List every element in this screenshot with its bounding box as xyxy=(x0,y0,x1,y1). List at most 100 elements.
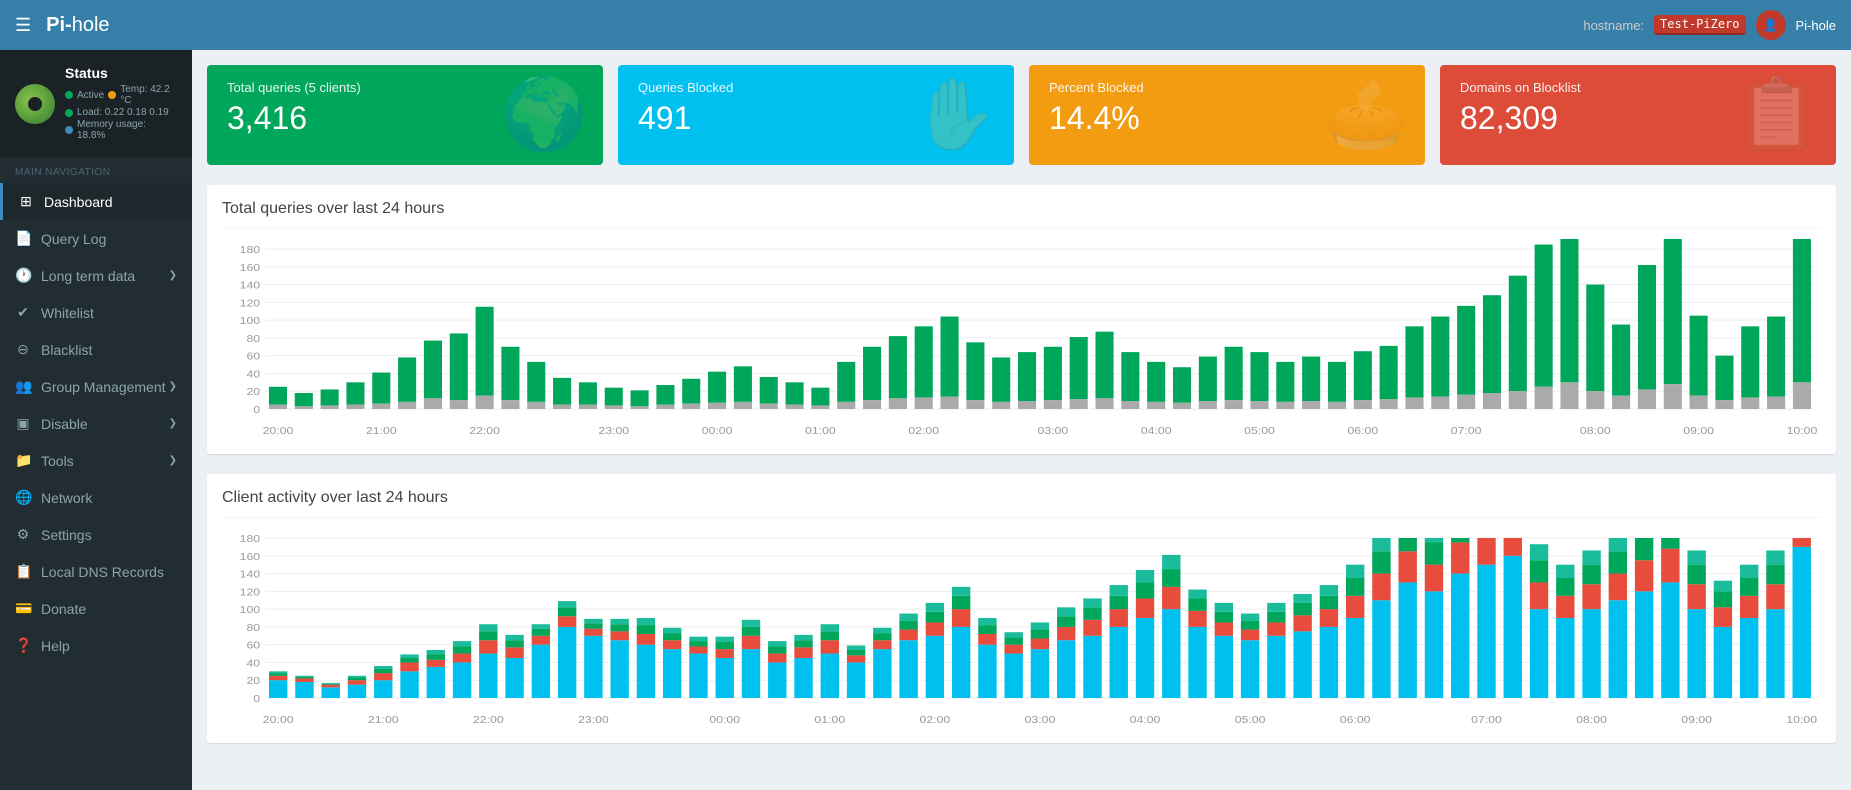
main-layout: Status Active Temp: 42.2 °C Load: 0.22 0… xyxy=(0,50,1851,790)
memory-label: Memory usage: 18.8% xyxy=(77,119,177,141)
svg-text:08:00: 08:00 xyxy=(1576,715,1607,726)
chevron-icon-disable: ❯ xyxy=(169,418,177,429)
card-icon-domains-blocklist: 📋 xyxy=(1734,74,1821,156)
nav-label-query-log: Query Log xyxy=(41,231,106,247)
svg-text:06:00: 06:00 xyxy=(1340,715,1371,726)
svg-text:180: 180 xyxy=(240,534,260,545)
svg-text:140: 140 xyxy=(240,281,260,292)
chevron-icon-tools: ❯ xyxy=(169,455,177,466)
nav-label-dashboard: Dashboard xyxy=(44,194,113,210)
svg-text:08:00: 08:00 xyxy=(1580,426,1611,437)
nav-icon-settings: ⚙ xyxy=(15,526,31,543)
nav-items-container: ⊞ Dashboard 📄 Query Log 🕐 Long term data… xyxy=(0,183,192,664)
svg-text:80: 80 xyxy=(246,623,260,634)
main-content: Total queries (5 clients) 3,416 🌍 Querie… xyxy=(192,50,1851,790)
svg-text:23:00: 23:00 xyxy=(598,426,629,437)
status-title: Status xyxy=(65,65,177,81)
sidebar-item-query-log[interactable]: 📄 Query Log xyxy=(0,220,192,257)
sidebar-item-donate[interactable]: 💳 Donate xyxy=(0,590,192,627)
nav-section-label: MAIN NAVIGATION xyxy=(0,157,192,183)
nav-icon-group-management: 👥 xyxy=(15,378,31,395)
card-percent-blocked: Percent Blocked 14.4% 🥧 xyxy=(1029,65,1425,165)
svg-text:100: 100 xyxy=(240,605,260,616)
svg-text:07:00: 07:00 xyxy=(1471,715,1502,726)
nav-label-network: Network xyxy=(41,490,92,506)
svg-text:23:00: 23:00 xyxy=(578,715,609,726)
hamburger-icon[interactable]: ☰ xyxy=(15,15,31,36)
hostname-label: hostname: xyxy=(1583,18,1644,33)
svg-text:04:00: 04:00 xyxy=(1141,426,1172,437)
svg-text:80: 80 xyxy=(246,334,260,345)
svg-text:03:00: 03:00 xyxy=(1025,715,1056,726)
svg-text:22:00: 22:00 xyxy=(469,426,500,437)
sidebar-item-dashboard[interactable]: ⊞ Dashboard xyxy=(0,183,192,220)
sidebar-item-blacklist[interactable]: ⊖ Blacklist xyxy=(0,331,192,368)
card-icon-total-queries: 🌍 xyxy=(501,74,588,156)
nav-icon-help: ❓ xyxy=(15,637,31,654)
sidebar-item-whitelist[interactable]: ✔ Whitelist xyxy=(0,294,192,331)
nav-label-tools: Tools xyxy=(41,453,74,469)
chart2-title: Client activity over last 24 hours xyxy=(222,489,1821,518)
svg-text:160: 160 xyxy=(240,263,260,274)
sidebar-item-group-management[interactable]: 👥 Group Management ❯ xyxy=(0,368,192,405)
svg-text:0: 0 xyxy=(253,694,260,705)
chart1-box: Total queries over last 24 hours 0204060… xyxy=(207,185,1836,454)
svg-text:100: 100 xyxy=(240,316,260,327)
nav-icon-donate: 💳 xyxy=(15,600,31,617)
svg-text:02:00: 02:00 xyxy=(908,426,939,437)
hostname-value: Test-PiZero xyxy=(1654,15,1745,35)
nav-icon-blacklist: ⊖ xyxy=(15,341,31,358)
nav-icon-dashboard: ⊞ xyxy=(18,193,34,210)
temp-label: Temp: 42.2 °C xyxy=(120,84,177,106)
card-queries-blocked: Queries Blocked 491 ✋ xyxy=(618,65,1014,165)
svg-text:04:00: 04:00 xyxy=(1130,715,1161,726)
nav-icon-disable: ▣ xyxy=(15,415,31,432)
avatar: 👤 xyxy=(1756,10,1786,40)
svg-text:40: 40 xyxy=(246,658,260,669)
card-domains-blocklist: Domains on Blocklist 82,309 📋 xyxy=(1440,65,1836,165)
chart1-title: Total queries over last 24 hours xyxy=(222,200,1821,229)
chart2-box: Client activity over last 24 hours 0 20 40… xyxy=(207,474,1836,743)
svg-text:120: 120 xyxy=(240,587,260,598)
svg-text:0: 0 xyxy=(253,405,260,416)
username-label: Pi-hole xyxy=(1796,18,1836,33)
svg-text:20: 20 xyxy=(246,676,260,687)
svg-text:09:00: 09:00 xyxy=(1683,426,1714,437)
svg-text:40: 40 xyxy=(246,369,260,380)
logo-icon xyxy=(15,84,55,124)
sidebar-item-tools[interactable]: 📁 Tools ❯ xyxy=(0,442,192,479)
svg-text:22:00: 22:00 xyxy=(473,715,504,726)
load-dot xyxy=(65,109,73,117)
header-right: hostname: Test-PiZero 👤 Pi-hole xyxy=(1583,10,1836,40)
nav-label-whitelist: Whitelist xyxy=(41,305,94,321)
svg-text:20:00: 20:00 xyxy=(263,426,294,437)
sidebar-item-settings[interactable]: ⚙ Settings xyxy=(0,516,192,553)
sidebar-item-help[interactable]: ❓ Help xyxy=(0,627,192,664)
nav-icon-tools: 📁 xyxy=(15,452,31,469)
nav-icon-local-dns: 📋 xyxy=(15,563,31,580)
active-dot xyxy=(65,91,73,99)
svg-text:21:00: 21:00 xyxy=(368,715,399,726)
brand-logo: Pi-hole xyxy=(46,14,109,37)
summary-cards: Total queries (5 clients) 3,416 🌍 Querie… xyxy=(207,65,1836,165)
card-icon-queries-blocked: ✋ xyxy=(912,74,999,156)
sidebar-item-long-term-data[interactable]: 🕐 Long term data ❯ xyxy=(0,257,192,294)
sidebar-item-local-dns[interactable]: 📋 Local DNS Records xyxy=(0,553,192,590)
svg-text:60: 60 xyxy=(246,352,260,363)
svg-text:60: 60 xyxy=(246,641,260,652)
sidebar: Status Active Temp: 42.2 °C Load: 0.22 0… xyxy=(0,50,192,790)
sidebar-item-disable[interactable]: ▣ Disable ❯ xyxy=(0,405,192,442)
svg-text:03:00: 03:00 xyxy=(1038,426,1069,437)
svg-text:00:00: 00:00 xyxy=(709,715,740,726)
nav-icon-network: 🌐 xyxy=(15,489,31,506)
header-left: ☰ Pi-hole xyxy=(15,14,110,37)
chart2-svg: 02040608010012014016018020:0021:0022:002… xyxy=(222,528,1821,728)
svg-text:00:00: 00:00 xyxy=(702,426,733,437)
nav-label-blacklist: Blacklist xyxy=(41,342,92,358)
svg-text:160: 160 xyxy=(240,552,260,563)
sidebar-item-network[interactable]: 🌐 Network xyxy=(0,479,192,516)
top-header: ☰ Pi-hole hostname: Test-PiZero 👤 Pi-hol… xyxy=(0,0,1851,50)
nav-icon-long-term-data: 🕐 xyxy=(15,267,31,284)
nav-label-group-management: Group Management xyxy=(41,379,166,395)
card-icon-percent-blocked: 🥧 xyxy=(1323,74,1410,156)
